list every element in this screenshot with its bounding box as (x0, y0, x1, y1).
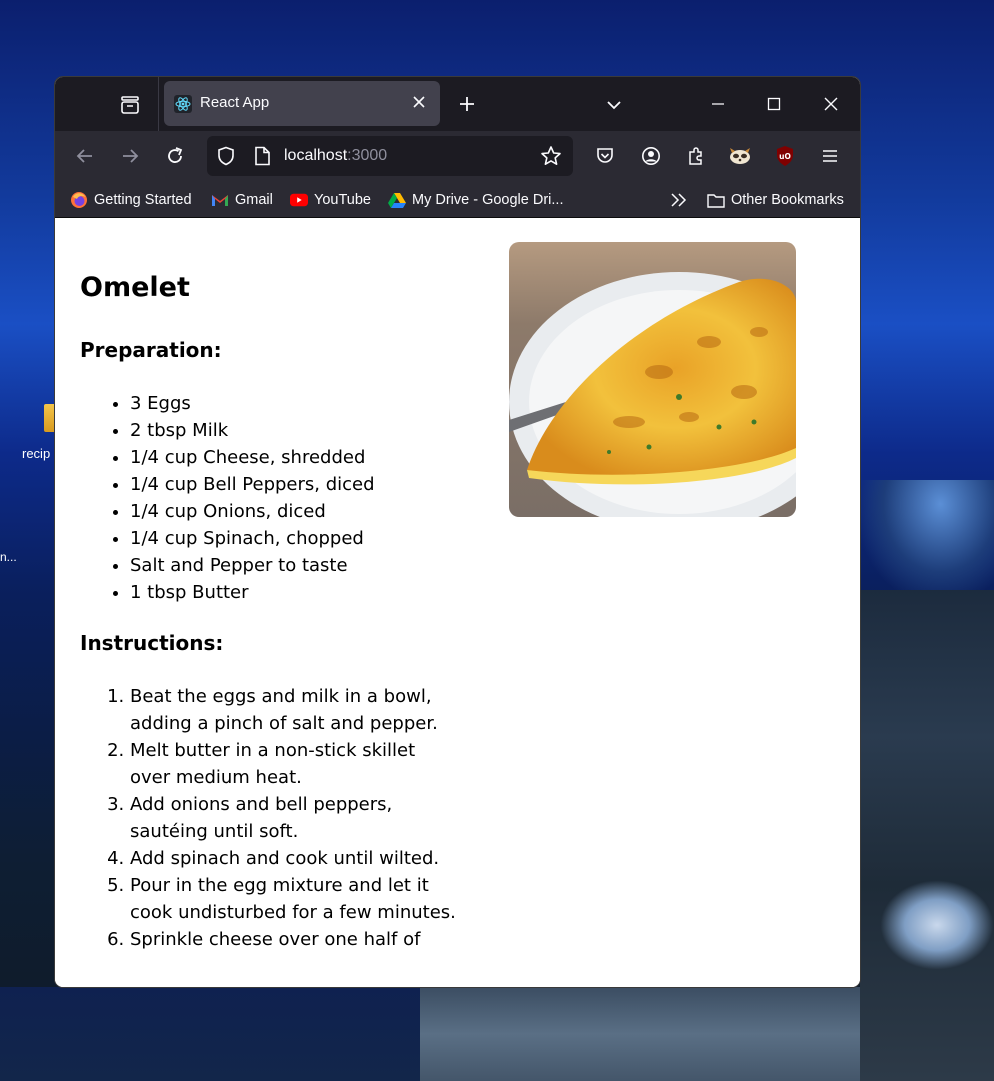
tab-react-app[interactable]: React App (164, 81, 440, 126)
back-icon[interactable] (70, 141, 100, 171)
desktop-wallpaper-shore (0, 987, 420, 1081)
tracking-protection-shield-icon[interactable] (216, 146, 236, 170)
firefox-view-icon[interactable] (111, 91, 149, 119)
ingredient-item: 1/4 cup Bell Peppers, diced (130, 471, 375, 498)
list-all-tabs-icon[interactable] (600, 91, 628, 119)
instruction-step: Add spinach and cook until wilted. (130, 845, 460, 872)
ingredient-item: 1/4 cup Spinach, chopped (130, 525, 375, 552)
navigation-toolbar: localhost:3000 uO (55, 131, 860, 181)
tab-bar: React App (55, 77, 860, 131)
bookmark-gmail[interactable]: Gmail (211, 190, 273, 210)
bookmark-getting-started[interactable]: Getting Started (70, 190, 192, 210)
preparation-heading: Preparation: (80, 338, 222, 362)
extensions-icon[interactable] (681, 141, 711, 171)
bookmarks-toolbar: Getting Started Gmail YouTube My Drive -… (55, 181, 860, 218)
page-info-icon[interactable] (253, 146, 271, 170)
instruction-step: Add onions and bell peppers, sautéing un… (130, 791, 460, 845)
gmail-icon (211, 191, 229, 209)
forward-icon[interactable] (115, 141, 145, 171)
close-tab-icon[interactable] (408, 91, 430, 113)
google-drive-icon (388, 191, 406, 209)
ingredient-item: Salt and Pepper to taste (130, 552, 375, 579)
extension-raccoon-icon[interactable] (725, 141, 755, 171)
desktop-icon-label[interactable]: recip (22, 446, 50, 461)
url-bar[interactable]: localhost:3000 (207, 136, 573, 176)
bookmark-label: My Drive - Google Dri... (412, 192, 564, 208)
minimize-icon[interactable] (703, 89, 733, 119)
bookmark-label: Gmail (235, 192, 273, 208)
url-text[interactable]: localhost:3000 (284, 147, 387, 165)
desktop-wallpaper-bridge (420, 987, 860, 1081)
instruction-step: Pour in the egg mixture and let it cook … (130, 872, 460, 926)
reload-icon[interactable] (160, 141, 190, 171)
ingredients-list: 3 Eggs 2 tbsp Milk 1/4 cup Cheese, shred… (80, 390, 375, 606)
desktop-icon-label-2[interactable]: n... (0, 550, 17, 564)
tab-title: React App (200, 94, 270, 111)
other-bookmarks[interactable]: Other Bookmarks (707, 190, 844, 210)
instruction-step: Beat the eggs and milk in a bowl, adding… (130, 683, 460, 737)
svg-text:uO: uO (779, 152, 791, 161)
bookmark-star-icon[interactable] (540, 145, 562, 171)
ingredient-item: 2 tbsp Milk (130, 417, 375, 444)
desktop-wallpaper-rocks (860, 590, 994, 1081)
bookmark-label: Getting Started (94, 192, 192, 208)
desktop-wallpaper-sea (860, 480, 994, 600)
more-bookmarks-chevron-icon[interactable] (670, 190, 688, 210)
desktop-wallpaper-mist (880, 880, 994, 970)
bookmark-youtube[interactable]: YouTube (290, 190, 371, 210)
maximize-icon[interactable] (759, 89, 789, 119)
instructions-list: Beat the eggs and milk in a bowl, adding… (80, 683, 460, 953)
other-bookmarks-label: Other Bookmarks (731, 192, 844, 208)
ingredient-item: 3 Eggs (130, 390, 375, 417)
ingredient-item: 1/4 cup Cheese, shredded (130, 444, 375, 471)
firefox-icon (70, 191, 88, 209)
close-window-icon[interactable] (816, 89, 846, 119)
menu-hamburger-icon[interactable] (815, 141, 845, 171)
account-icon[interactable] (636, 141, 666, 171)
recipe-title: Omelet (80, 272, 190, 303)
instruction-step: Sprinkle cheese over one half of (130, 926, 460, 953)
browser-window: React App localhost:3000 uO Getting Star… (55, 77, 860, 987)
page-content: Omelet Preparation: 3 Eggs 2 tbsp Milk 1… (55, 218, 860, 987)
youtube-icon (290, 191, 308, 209)
tab-divider (158, 77, 159, 131)
ingredient-item: 1/4 cup Onions, diced (130, 498, 375, 525)
bookmark-label: YouTube (314, 192, 371, 208)
omelet-photo (509, 242, 796, 517)
bookmark-my-drive[interactable]: My Drive - Google Dri... (388, 190, 563, 210)
instructions-heading: Instructions: (80, 631, 224, 655)
instruction-step: Melt butter in a non-stick skillet over … (130, 737, 460, 791)
react-icon (174, 95, 192, 113)
ingredient-item: 1 tbsp Butter (130, 579, 375, 606)
pocket-icon[interactable] (590, 141, 620, 171)
url-host: localhost (284, 147, 348, 164)
ublock-origin-icon[interactable]: uO (770, 141, 800, 171)
new-tab-icon[interactable] (453, 90, 481, 118)
folder-icon (707, 191, 725, 209)
url-port: :3000 (347, 147, 388, 164)
